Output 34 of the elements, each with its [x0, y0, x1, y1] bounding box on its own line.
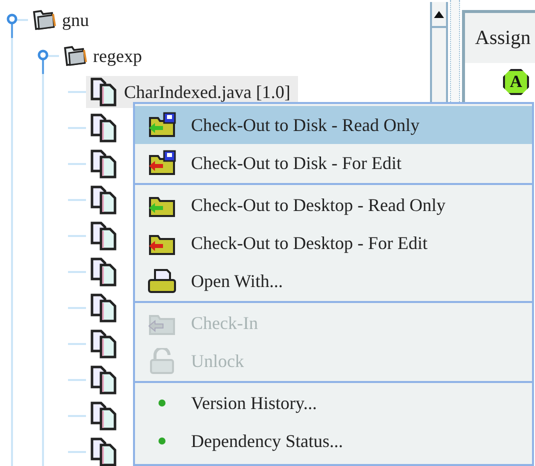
- folder-row[interactable]: regexp: [59, 40, 150, 72]
- panel-title: Assign: [475, 26, 531, 51]
- documents-icon: [90, 221, 118, 251]
- documents-icon: [90, 437, 118, 466]
- documents-icon: [90, 185, 118, 215]
- folder-disk-arrow-icon: [147, 150, 177, 176]
- documents-icon: [90, 401, 118, 431]
- menu-item[interactable]: Check-Out to Desktop - For Edit: [135, 224, 532, 262]
- folder-row[interactable]: gnu: [28, 4, 97, 36]
- status-badge: A: [503, 69, 529, 95]
- menu-item[interactable]: Open With...: [135, 262, 532, 300]
- folder-disk-arrow-icon: [147, 112, 177, 138]
- documents-icon: [90, 365, 118, 395]
- documents-icon: [90, 257, 118, 287]
- documents-icon: [90, 293, 118, 323]
- bullet-icon: [158, 437, 166, 445]
- folder-label: gnu: [62, 8, 89, 32]
- bullet-icon: [158, 399, 166, 407]
- menu-item[interactable]: Check-Out to Disk - Read Only: [135, 106, 532, 144]
- file-label: CharIndexed.java [1.0]: [124, 80, 290, 104]
- menu-item[interactable]: Check-Out to Desktop - Read Only: [135, 186, 532, 224]
- menu-item[interactable]: Check-Out to Disk - For Edit: [135, 144, 532, 182]
- folder-icon: [32, 9, 56, 31]
- printer-icon: [147, 268, 177, 294]
- up-arrow-icon: [434, 10, 444, 18]
- documents-icon: [90, 329, 118, 359]
- folder-icon: [63, 45, 87, 67]
- menu-item[interactable]: Version History...: [135, 384, 532, 422]
- menu-item[interactable]: Dependency Status...: [135, 422, 532, 460]
- documents-icon: [90, 77, 118, 107]
- documents-icon: [90, 113, 118, 143]
- documents-icon: [90, 149, 118, 179]
- folder-label: regexp: [93, 44, 142, 68]
- padlock-icon: [147, 348, 177, 374]
